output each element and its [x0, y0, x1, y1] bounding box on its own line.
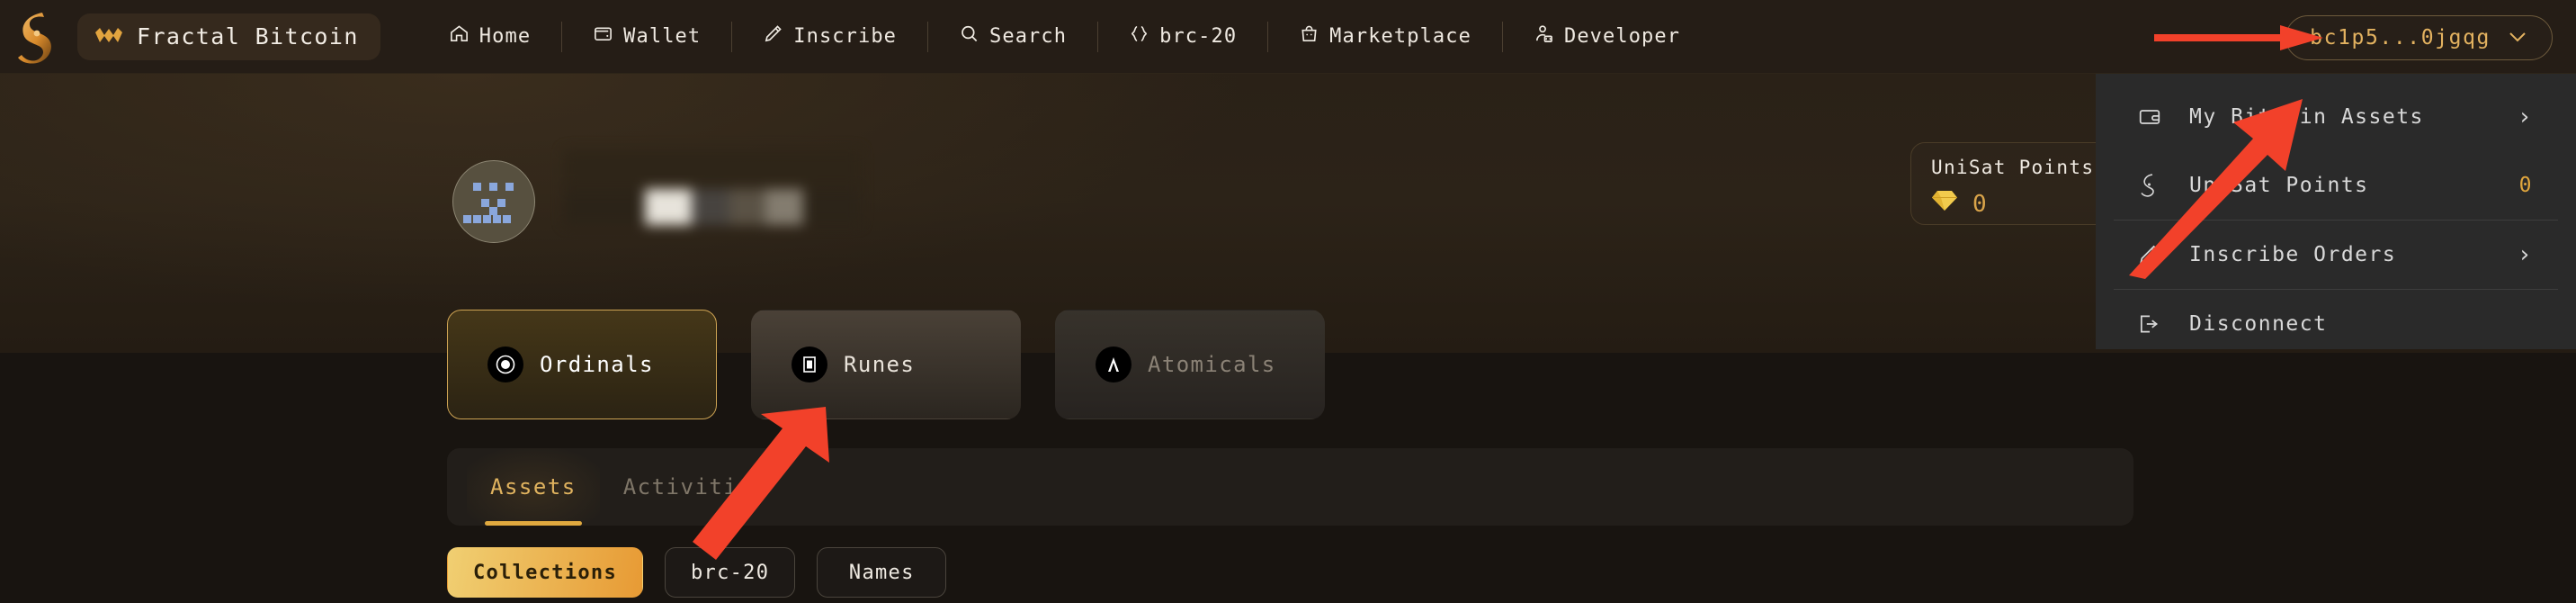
- chain-tab-label-atomicals: Atomicals: [1148, 352, 1276, 377]
- dropdown-label-unisat-points: UniSat Points: [2189, 174, 2369, 197]
- tab-label-activities: Activities: [622, 474, 767, 500]
- nav-items: Home Wallet Inscribe Search brc-20 Marke…: [418, 21, 1711, 52]
- chain-tab-label-runes: Runes: [844, 352, 916, 377]
- tab-assets[interactable]: Assets: [467, 448, 600, 526]
- fractal-bitcoin-icon: [94, 25, 124, 49]
- chain-tab-ordinals[interactable]: Ordinals: [447, 310, 717, 419]
- nav-label-home: Home: [479, 24, 532, 48]
- pencil-icon: [763, 23, 783, 50]
- filter-pill-label-brc20: brc-20: [691, 561, 770, 584]
- developer-icon: [1534, 23, 1554, 50]
- dropdown-label-my-bitcoin-assets: My Bitcoin Assets: [2189, 105, 2424, 129]
- brand-fractal-bitcoin[interactable]: Fractal Bitcoin: [77, 13, 380, 60]
- nav-item-inscribe[interactable]: Inscribe: [732, 21, 929, 52]
- dropdown-item-disconnect[interactable]: Disconnect: [2096, 290, 2576, 358]
- home-icon: [449, 23, 470, 50]
- filter-pill-names[interactable]: Names: [817, 547, 947, 598]
- wallet-dropdown-menu: My Bitcoin Assets › UniSat Points 0 Insc: [2096, 74, 2576, 349]
- wallet-address-label: bc1p5...0jgqg: [2310, 26, 2491, 50]
- nav-label-developer: Developer: [1563, 24, 1681, 48]
- nav-item-home[interactable]: Home: [418, 21, 563, 52]
- top-navbar: Fractal Bitcoin Home Wallet Inscribe Sea…: [0, 0, 2576, 74]
- dropdown-value-unisat-points: 0: [2518, 174, 2533, 197]
- runes-icon: [792, 346, 827, 382]
- nav-label-wallet: Wallet: [623, 24, 702, 48]
- chain-tab-runes[interactable]: Runes: [751, 310, 1021, 419]
- nav-label-search: Search: [989, 24, 1068, 48]
- nav-item-search[interactable]: Search: [928, 21, 1099, 52]
- page-root: Fractal Bitcoin Home Wallet Inscribe Sea…: [0, 0, 2576, 603]
- nav-label-inscribe: Inscribe: [793, 24, 898, 48]
- search-icon: [959, 23, 979, 50]
- brand-label: Fractal Bitcoin: [137, 23, 359, 50]
- card-icon: [2137, 105, 2168, 129]
- assets-panel: Assets Activities: [447, 448, 2133, 526]
- chain-tab-row: Ordinals Runes Atomicals: [447, 310, 1325, 419]
- redacted-profile-name: [564, 149, 861, 230]
- dropdown-label-inscribe-orders: Inscribe Orders: [2189, 243, 2397, 266]
- chevron-right-icon: ›: [2517, 104, 2533, 130]
- assets-panel-tabs: Assets Activities: [447, 448, 2133, 526]
- dropdown-label-disconnect: Disconnect: [2189, 312, 2328, 336]
- pencil-icon: [2137, 243, 2168, 266]
- chevron-right-icon: ›: [2517, 241, 2533, 268]
- nav-item-wallet[interactable]: Wallet: [562, 21, 733, 52]
- filter-pill-label-collections: Collections: [473, 561, 617, 584]
- tab-label-assets: Assets: [490, 474, 577, 500]
- braces-icon: [1129, 23, 1149, 50]
- unisat-logo-icon[interactable]: [7, 0, 67, 74]
- tab-activities[interactable]: Activities: [600, 448, 791, 526]
- dropdown-item-unisat-points[interactable]: UniSat Points 0: [2096, 151, 2576, 220]
- wallet-address-button[interactable]: bc1p5...0jgqg: [2285, 15, 2553, 60]
- nav-label-brc20: brc-20: [1159, 24, 1238, 48]
- filter-pill-brc20[interactable]: brc-20: [665, 547, 796, 598]
- chain-tab-label-ordinals: Ordinals: [540, 352, 654, 377]
- unisat-points-title: UniSat Points: [1931, 157, 2095, 178]
- dropdown-item-inscribe-orders[interactable]: Inscribe Orders ›: [2096, 220, 2576, 289]
- unisat-points-value: 0: [1972, 190, 1987, 218]
- nav-item-brc20[interactable]: brc-20: [1098, 21, 1269, 52]
- bag-icon: [1299, 23, 1319, 50]
- logout-icon: [2137, 312, 2168, 336]
- filter-pill-collections[interactable]: Collections: [447, 547, 643, 598]
- avatar[interactable]: [452, 160, 535, 243]
- unisat-logo-icon: [2137, 172, 2168, 199]
- filter-pill-row: Collections brc-20 Names: [447, 547, 947, 598]
- ordinals-icon: [487, 346, 523, 382]
- wallet-icon: [593, 23, 613, 50]
- gem-icon: [1931, 189, 1958, 219]
- nav-item-marketplace[interactable]: Marketplace: [1268, 21, 1503, 52]
- chevron-down-icon: [2507, 26, 2528, 50]
- filter-pill-label-names: Names: [848, 561, 915, 584]
- dropdown-item-my-bitcoin-assets[interactable]: My Bitcoin Assets ›: [2096, 83, 2576, 151]
- chain-tab-atomicals[interactable]: Atomicals: [1055, 310, 1325, 419]
- nav-label-marketplace: Marketplace: [1329, 24, 1471, 48]
- nav-item-developer[interactable]: Developer: [1503, 22, 1711, 52]
- atomicals-icon: [1096, 346, 1131, 382]
